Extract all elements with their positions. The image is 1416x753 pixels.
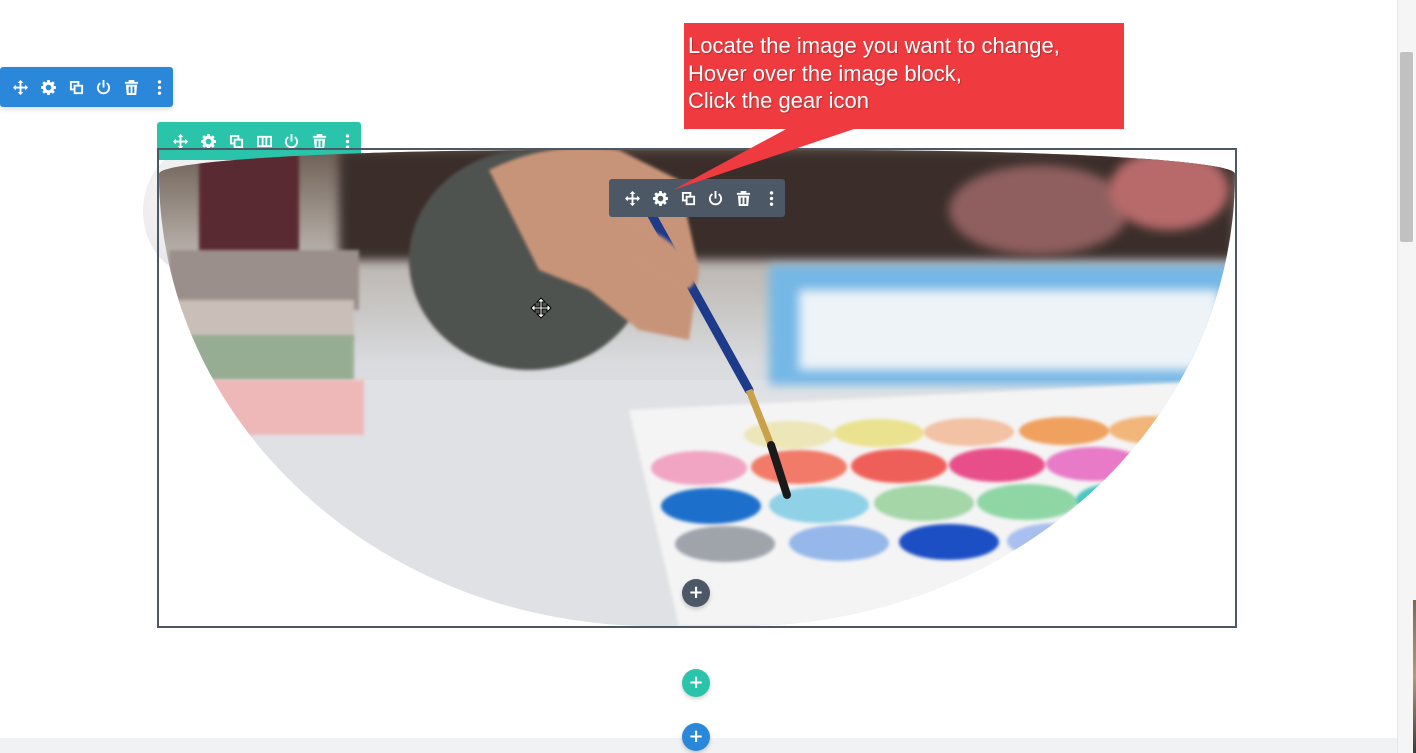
- add-module-button[interactable]: +: [682, 579, 710, 607]
- power-icon[interactable]: [702, 179, 730, 217]
- tutorial-callout: Locate the image you want to change, Hov…: [684, 23, 1124, 129]
- more-icon[interactable]: [757, 179, 785, 217]
- add-section-button[interactable]: +: [682, 723, 710, 751]
- section-toolbar: [0, 67, 173, 107]
- add-row-button[interactable]: +: [682, 669, 710, 697]
- power-icon[interactable]: [90, 67, 118, 107]
- trash-icon[interactable]: [730, 179, 758, 217]
- module-outline: [157, 148, 1237, 628]
- scrollbar-thumb[interactable]: [1400, 52, 1413, 242]
- trash-icon[interactable]: [118, 67, 146, 107]
- callout-line-3: Click the gear icon: [688, 88, 869, 113]
- gear-icon[interactable]: [647, 179, 675, 217]
- callout-line-1: Locate the image you want to change,: [688, 33, 1060, 58]
- module-toolbar: [609, 179, 785, 217]
- gear-icon[interactable]: [35, 67, 63, 107]
- move-icon[interactable]: [619, 179, 647, 217]
- duplicate-icon[interactable]: [674, 179, 702, 217]
- callout-line-2: Hover over the image block,: [688, 60, 962, 86]
- duplicate-icon[interactable]: [62, 67, 90, 107]
- move-icon[interactable]: [7, 67, 35, 107]
- move-cursor-icon: [530, 297, 552, 319]
- more-icon[interactable]: [145, 67, 173, 107]
